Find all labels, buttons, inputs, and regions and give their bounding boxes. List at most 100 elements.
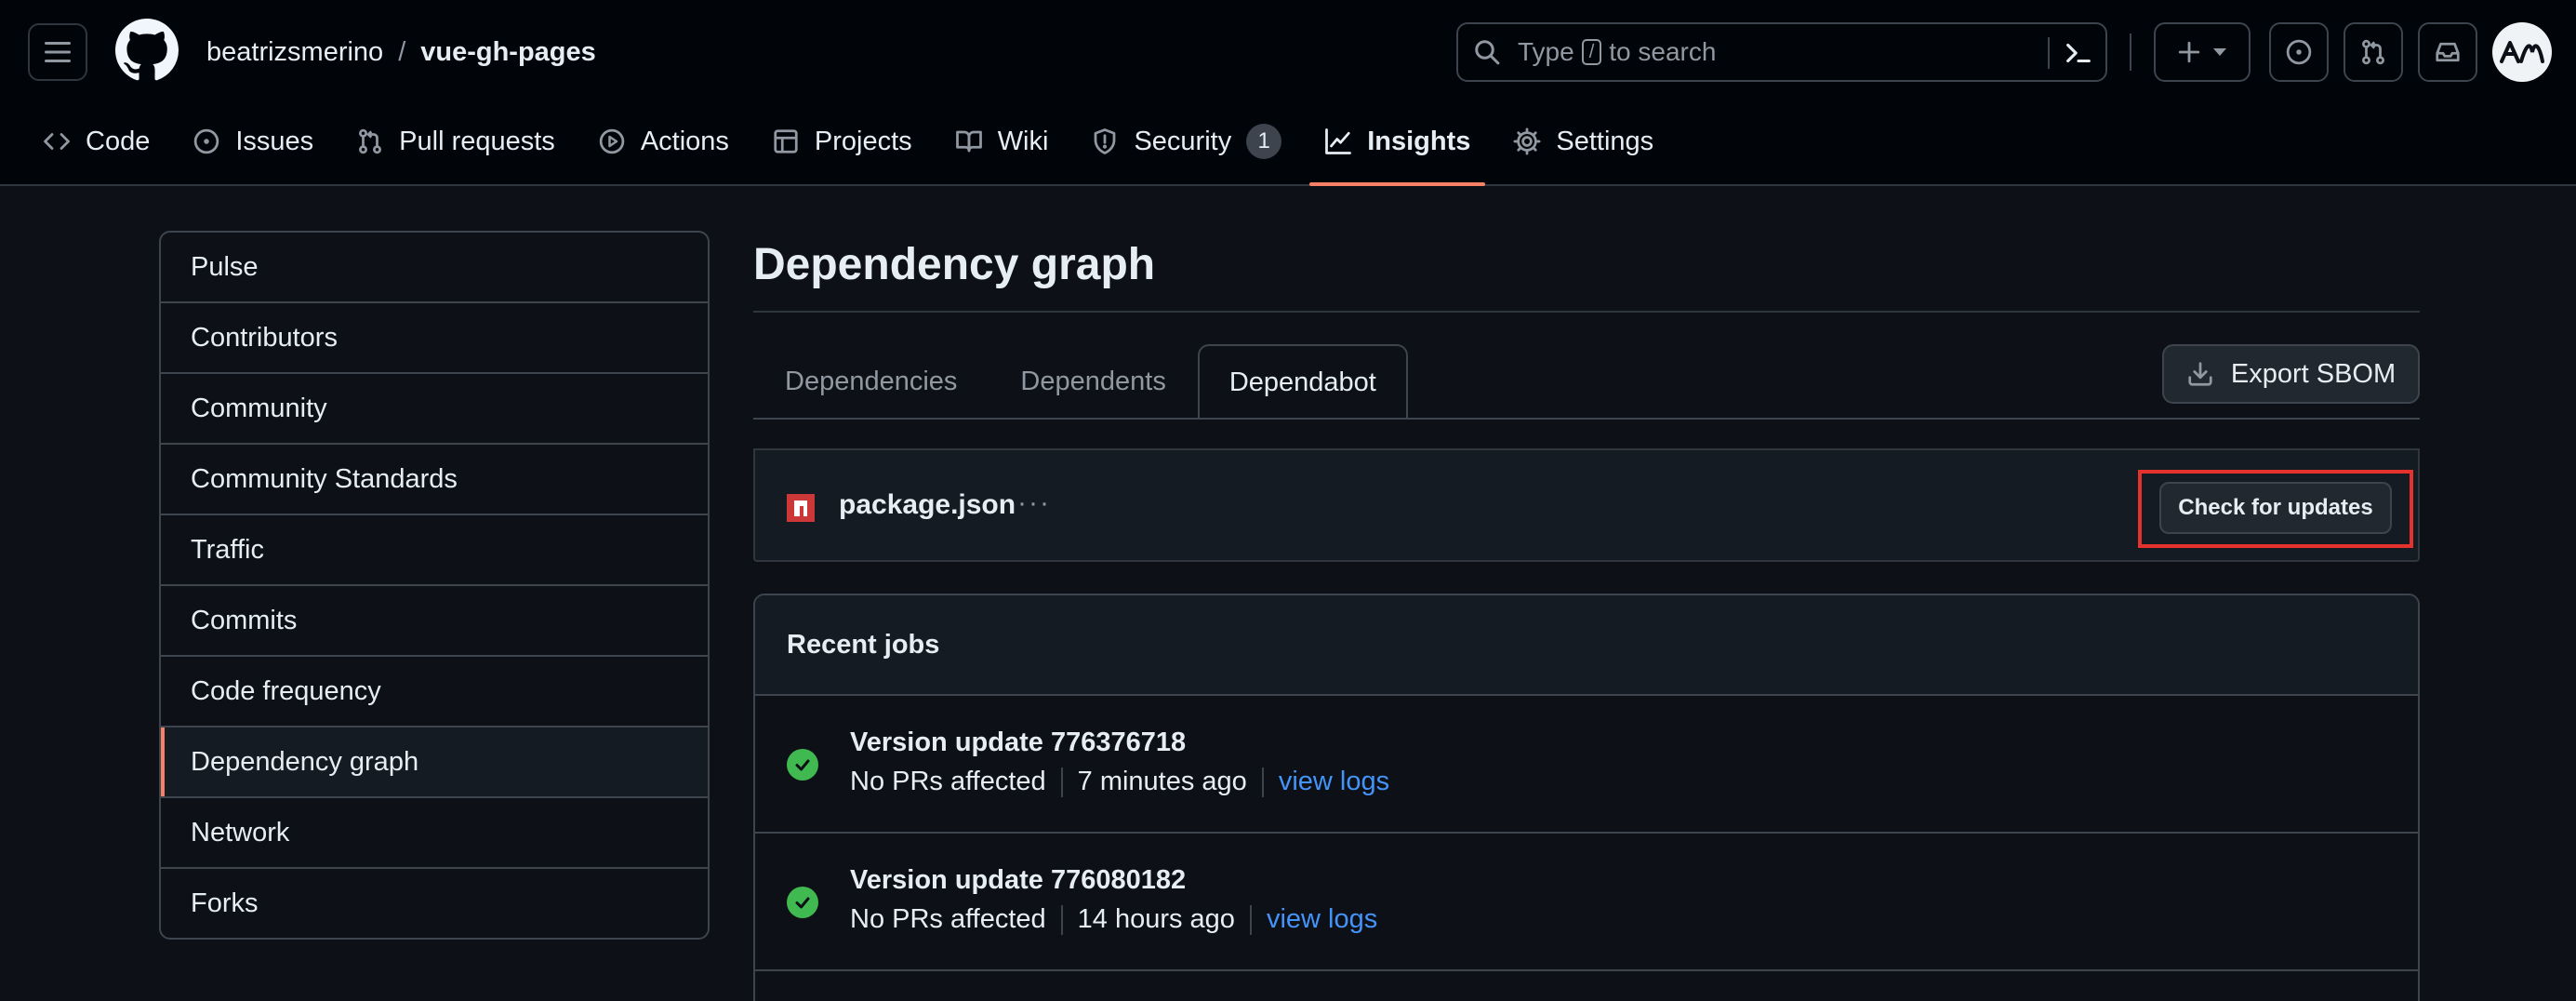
search-icon [1473,38,1501,66]
manifest-row: package.json ··· Check for updates [753,448,2420,562]
tab-wiki[interactable]: Wiki [940,108,1064,175]
tab-settings[interactable]: Settings [1498,108,1668,175]
code-icon [43,127,71,155]
repo-nav: Code Issues Pull requests Actions Projec… [0,108,1681,186]
search-input[interactable]: Type / to search [1456,22,2107,82]
issue-opened-icon [2285,38,2313,66]
plus-icon [2177,40,2201,64]
meta-divider [1249,904,1252,935]
search-placeholder-prefix: Type [1518,37,1574,66]
kebab-horizontal-icon[interactable]: ··· [1017,487,1051,519]
gear-icon [1513,127,1541,155]
sidebar-item-code-frequency[interactable]: Code frequency [161,655,708,726]
book-icon [955,127,983,155]
breadcrumb-owner[interactable]: beatrizsmerino [206,33,383,71]
dependency-tabs: Dependencies Dependents Dependabot [753,344,1408,419]
tab-actions[interactable]: Actions [583,108,744,175]
git-pull-request-icon [356,127,384,155]
list-item: Version update 776080182 No PRs affected… [755,834,2418,971]
tab-issues-label: Issues [235,126,314,156]
tab-wiki-label: Wiki [997,126,1049,156]
breadcrumb-separator: / [398,37,406,67]
tab-pull-requests-label: Pull requests [399,126,555,156]
job-meta: No PRs affected 14 hours ago view logs [850,904,1377,935]
tab-code-label: Code [86,126,151,156]
list-item: Version update 776376718 No PRs affected… [755,696,2418,834]
recent-jobs-panel: Recent jobs Version update 776376718 No … [753,594,2420,1001]
view-logs-link[interactable]: view logs [1279,767,1389,797]
npm-icon [787,494,815,522]
avatar[interactable] [2492,22,2552,82]
download-icon [2186,360,2214,388]
job-status: No PRs affected [850,904,1046,934]
sidebar-item-contributors[interactable]: Contributors [161,301,708,372]
check-for-updates-button[interactable]: Check for updates [2159,482,2392,534]
tab-actions-label: Actions [640,126,729,156]
issue-opened-icon [193,127,220,155]
security-count-badge: 1 [1246,124,1282,159]
tab-projects-label: Projects [814,126,912,156]
tabs-divider [753,418,2420,420]
tab-issues[interactable]: Issues [178,108,328,175]
sidebar-item-community-standards[interactable]: Community Standards [161,443,708,514]
tab-dependencies[interactable]: Dependencies [753,344,989,419]
job-title: Version update 776080182 [850,865,1187,895]
sidebar-item-pulse[interactable]: Pulse [161,233,708,301]
shield-icon [1091,127,1119,155]
sidebar-item-community[interactable]: Community [161,372,708,443]
git-pull-request-icon [2359,38,2387,66]
table-icon [772,127,800,155]
app-header: beatrizsmerino / vue-gh-pages Type / to … [0,0,2576,186]
tab-projects[interactable]: Projects [757,108,927,175]
sidebar-item-network[interactable]: Network [161,796,708,867]
sidebar-item-dependency-graph[interactable]: Dependency graph [161,726,708,796]
create-new-button[interactable] [2154,22,2251,82]
job-time: 7 minutes ago [1077,767,1247,796]
export-sbom-label: Export SBOM [2230,358,2397,389]
breadcrumb: beatrizsmerino / vue-gh-pages [206,33,596,71]
menu-button[interactable] [28,23,87,81]
header-divider [2130,33,2131,71]
search-shortcut-key: / [1581,39,1602,65]
tab-insights-label: Insights [1367,126,1471,156]
sidebar-item-traffic[interactable]: Traffic [161,514,708,584]
sidebar-item-commits[interactable]: Commits [161,584,708,655]
tab-pull-requests[interactable]: Pull requests [341,108,570,175]
tab-dependabot[interactable]: Dependabot [1197,344,1408,419]
check-circle-icon [787,749,818,781]
meta-divider [1060,904,1063,935]
job-status: No PRs affected [850,767,1046,796]
inbox-button[interactable] [2418,22,2477,82]
job-title: Version update 776376718 [850,727,1187,757]
job-time: 14 hours ago [1077,904,1235,934]
graph-icon [1324,127,1352,155]
tab-settings-label: Settings [1556,126,1654,156]
tab-dependents[interactable]: Dependents [989,344,1197,419]
command-palette-icon[interactable] [2063,37,2094,69]
manifest-name[interactable]: package.json [839,489,1016,521]
search-placeholder-suffix: to search [1609,37,1717,66]
pull-requests-button[interactable] [2344,22,2403,82]
triangle-down-icon [2212,47,2227,57]
github-logo-icon[interactable] [115,19,179,82]
breadcrumb-repo[interactable]: vue-gh-pages [420,33,596,71]
meta-divider [1060,767,1063,797]
search-divider [2048,37,2050,69]
job-meta: No PRs affected 7 minutes ago view logs [850,767,1389,797]
recent-jobs-title: Recent jobs [755,595,2418,696]
insights-sidebar: Pulse Contributors Community Community S… [159,231,710,940]
issues-button[interactable] [2269,22,2329,82]
hamburger-icon [44,41,72,63]
inbox-icon [2434,38,2462,66]
meta-divider [1261,767,1264,797]
tab-code[interactable]: Code [28,108,165,175]
check-circle-icon [787,887,818,918]
page-title: Dependency graph [753,240,1156,289]
title-divider [753,311,2420,313]
sidebar-item-forks[interactable]: Forks [161,867,708,938]
view-logs-link[interactable]: view logs [1267,904,1377,935]
export-sbom-button[interactable]: Export SBOM [2162,344,2420,404]
play-icon [598,127,626,155]
tab-security[interactable]: Security 1 [1076,108,1296,175]
tab-insights[interactable]: Insights [1309,108,1486,186]
